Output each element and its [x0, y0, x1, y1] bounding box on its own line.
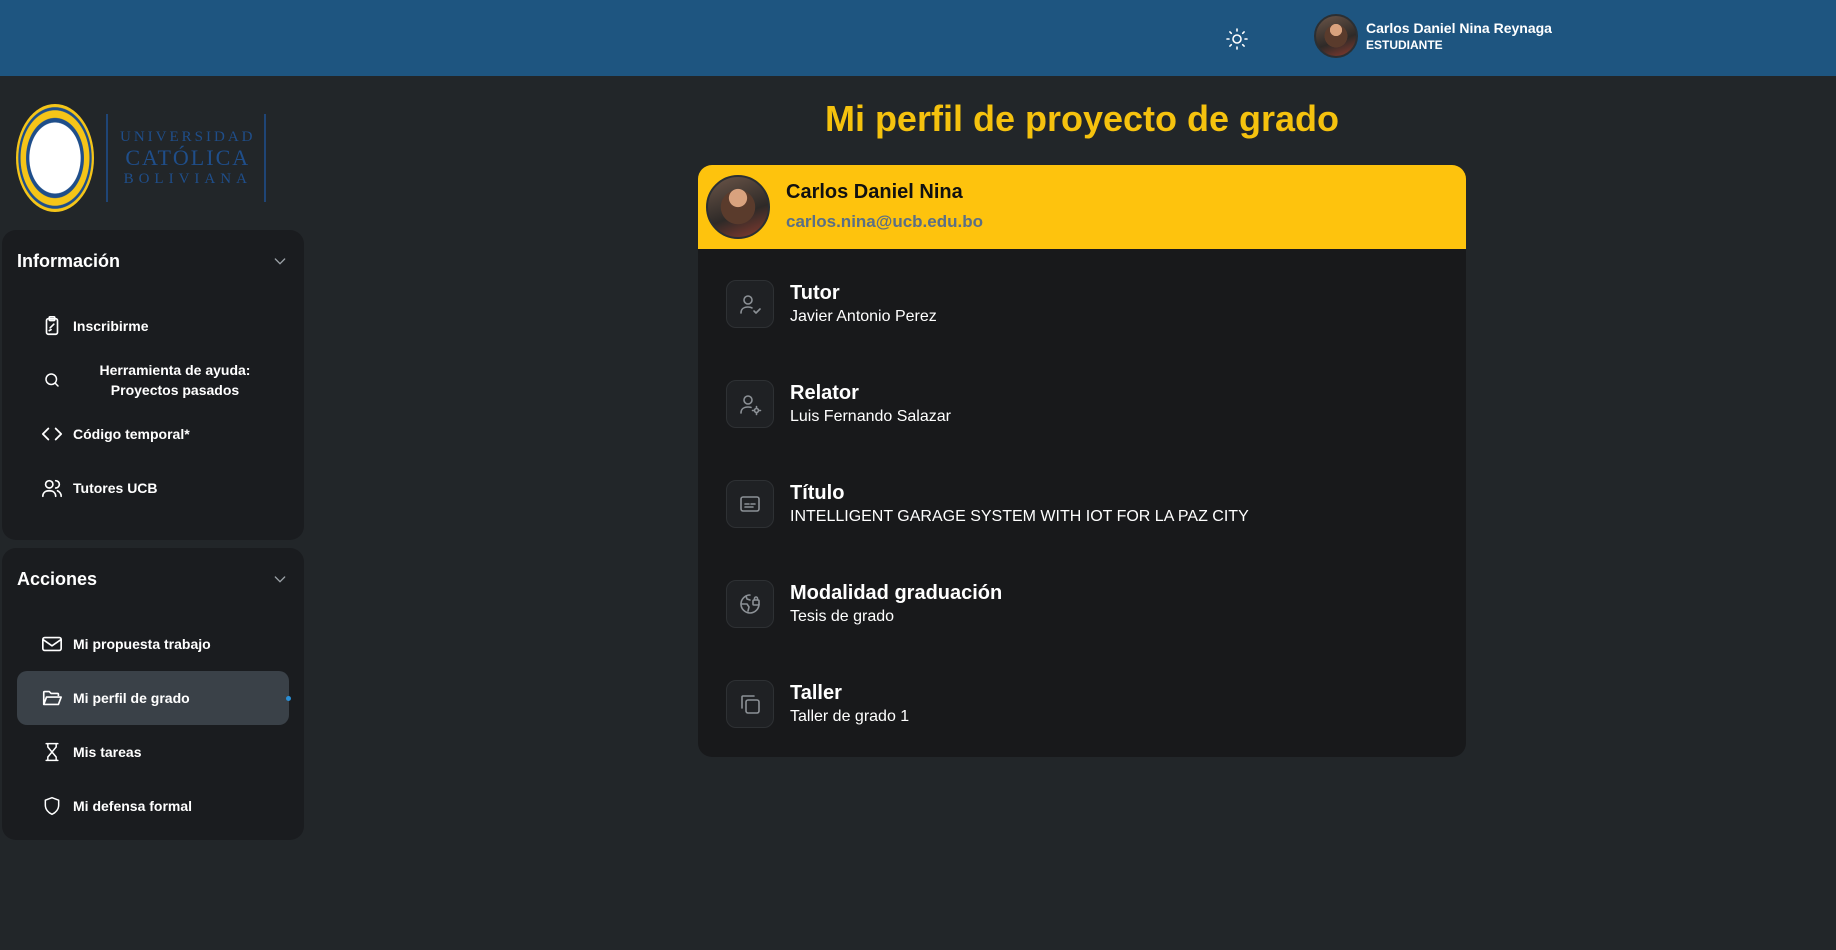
field-label: Taller [790, 682, 842, 704]
field-value: Luis Fernando Salazar [790, 408, 951, 425]
chevron-down-icon [274, 258, 286, 265]
chevron-down-icon [274, 576, 286, 583]
field-taller: Taller Taller de grado 1 [726, 674, 1446, 734]
university-logo[interactable]: UNIVERSIDAD CATÓLICA BOLIVIANA [16, 100, 276, 216]
clipboard-icon [39, 313, 65, 339]
active-indicator [286, 696, 291, 701]
logo-text: UNIVERSIDAD CATÓLICA BOLIVIANA [120, 128, 256, 188]
actions-panel: Acciones Mi propuesta trabajo Mi perfil … [2, 548, 304, 840]
sidebar-item-label: Mi perfil de grado [73, 690, 190, 706]
sidebar-item-label: Herramienta de ayuda: Proyectos pasados [99, 362, 251, 398]
user-name: Carlos Daniel Nina Reynaga [1366, 20, 1552, 36]
actions-panel-header[interactable]: Acciones [2, 548, 304, 610]
field-value: Javier Antonio Perez [790, 308, 937, 325]
top-bar: Carlos Daniel Nina Reynaga ESTUDIANTE [0, 0, 1836, 76]
hourglass-icon [39, 739, 65, 765]
profile-email: carlos.nina@ucb.edu.bo [786, 212, 983, 231]
sidebar-item-label: Inscribirme [73, 318, 149, 334]
logo-divider [106, 114, 108, 202]
info-panel-header[interactable]: Información [2, 230, 304, 292]
logo-line-2: CATÓLICA [125, 145, 251, 170]
field-label: Relator [790, 382, 859, 404]
actions-panel-title: Acciones [17, 568, 98, 589]
avatar [706, 175, 770, 239]
logo-divider-right [263, 114, 266, 202]
code-icon [39, 421, 65, 447]
field-titulo: Título INTELLIGENT GARAGE SYSTEM WITH IO… [726, 474, 1446, 534]
sidebar-item-tareas[interactable]: Mis tareas [17, 725, 289, 779]
folder-open-icon [39, 685, 65, 711]
user-check-icon [726, 280, 774, 328]
sidebar-item-label: Mis tareas [73, 744, 142, 760]
field-label: Modalidad graduación [790, 582, 1003, 604]
logo-line-3: BOLIVIANA [123, 171, 252, 187]
field-value: Tesis de grado [790, 608, 895, 625]
sidebar-item-proyectos-pasados[interactable]: Herramienta de ayuda: Proyectos pasados [17, 353, 289, 407]
sidebar-item-codigo-temporal[interactable]: Código temporal* [17, 407, 289, 461]
profile-card: Carlos Daniel Nina carlos.nina@ucb.edu.b… [698, 165, 1466, 757]
logo-line-1: UNIVERSIDAD [120, 129, 256, 145]
user-menu[interactable]: Carlos Daniel Nina Reynaga ESTUDIANTE [1314, 14, 1552, 58]
info-panel: Información Inscribirme Herramienta de a… [2, 230, 304, 540]
sidebar-item-inscribirme[interactable]: Inscribirme [17, 299, 289, 353]
user-role: ESTUDIANTE [1366, 38, 1443, 52]
sun-icon [1226, 28, 1248, 50]
sidebar-item-propuesta[interactable]: Mi propuesta trabajo [17, 617, 289, 671]
subtitles-icon [726, 480, 774, 528]
field-value: INTELLIGENT GARAGE SYSTEM WITH IOT FOR L… [790, 508, 1249, 525]
copy-icon [726, 680, 774, 728]
field-tutor: Tutor Javier Antonio Perez [726, 274, 1446, 334]
mail-icon [39, 631, 65, 657]
field-value: Taller de grado 1 [790, 708, 910, 725]
shield-icon [39, 793, 65, 819]
sidebar-item-tutores[interactable]: Tutores UCB [17, 461, 289, 515]
sidebar-item-defensa[interactable]: Mi defensa formal [17, 779, 289, 833]
info-panel-title: Información [17, 250, 121, 271]
field-relator: Relator Luis Fernando Salazar [726, 374, 1446, 434]
sidebar-item-label: Mi defensa formal [73, 798, 193, 814]
user-cog-icon [726, 380, 774, 428]
sidebar-item-label: Código temporal* [73, 426, 190, 442]
page-title: Mi perfil de proyecto de grado [824, 98, 1340, 139]
field-label: Tutor [790, 282, 840, 304]
field-label: Título [790, 482, 845, 504]
profile-name: Carlos Daniel Nina [786, 181, 963, 203]
users-icon [39, 475, 65, 501]
globe-lock-icon [726, 580, 774, 628]
sidebar-item-perfil-grado[interactable]: Mi perfil de grado [17, 671, 291, 725]
field-modalidad: Modalidad graduación Tesis de grado [726, 574, 1446, 634]
university-seal-icon [16, 104, 94, 212]
search-icon [39, 367, 65, 393]
theme-toggle-button[interactable] [1222, 24, 1252, 54]
profile-card-header: Carlos Daniel Nina carlos.nina@ucb.edu.b… [698, 165, 1466, 249]
sidebar-item-label: Tutores UCB [73, 480, 158, 496]
sidebar-item-label: Mi propuesta trabajo [73, 636, 211, 652]
avatar [1314, 14, 1358, 58]
